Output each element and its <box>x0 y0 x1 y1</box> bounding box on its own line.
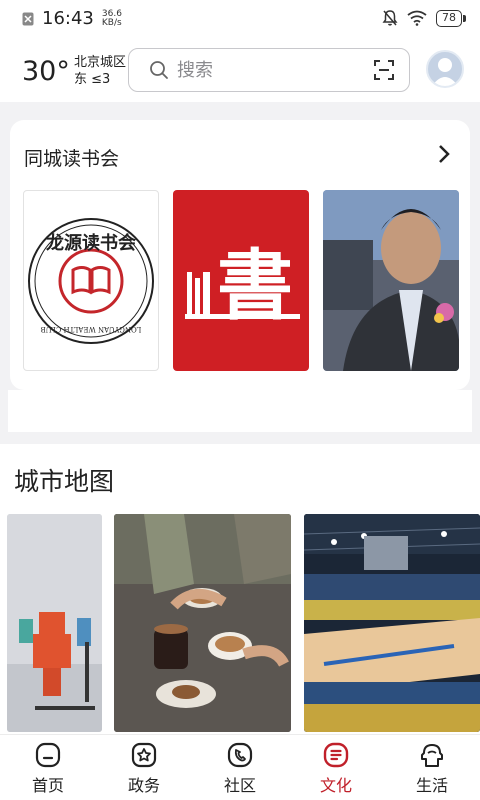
nav-label-government: 政务 <box>127 776 160 795</box>
nav-item-home[interactable]: 首页 <box>0 735 96 800</box>
book-logo-card[interactable]: 書 <box>173 190 309 371</box>
battery-indicator: 78 <box>436 9 466 27</box>
status-bar: 16:43 36.6 KB/s 78 <box>0 0 480 38</box>
avatar[interactable] <box>426 50 464 88</box>
temperature[interactable]: 30° <box>22 56 70 87</box>
nav-label-community: 社区 <box>223 776 256 795</box>
user-icon <box>432 58 458 86</box>
logo-text: 龙源读书会 <box>46 232 136 254</box>
life-icon <box>421 744 443 767</box>
stadium-image <box>304 514 480 732</box>
nav-item-government[interactable]: 政务 <box>96 735 192 800</box>
search-icon <box>150 61 168 79</box>
notification-close-icon <box>22 12 34 25</box>
book-club-title[interactable]: 同城读书会 <box>24 144 119 171</box>
nav-item-culture[interactable]: 文化 <box>288 735 384 800</box>
nav-label-culture: 文化 <box>319 776 352 795</box>
community-icon <box>227 742 253 768</box>
book-char: 書 <box>217 241 293 330</box>
network-speed: 36.6 KB/s <box>101 8 122 28</box>
scan-icon[interactable] <box>373 59 395 81</box>
robot-toy-photo[interactable] <box>7 514 102 732</box>
wifi-icon <box>407 10 427 26</box>
city-map-title[interactable]: 城市地图 <box>14 462 114 498</box>
coffee-image <box>114 514 291 732</box>
nav-label-home: 首页 <box>31 776 64 795</box>
nav-item-community[interactable]: 社区 <box>192 735 288 800</box>
book-char-logo: 書 <box>185 241 300 330</box>
nav-label-life: 生活 <box>415 776 448 795</box>
chevron-right-icon[interactable] <box>438 144 450 164</box>
nav-item-life[interactable]: 生活 <box>384 735 480 800</box>
culture-icon <box>323 742 349 768</box>
search-input[interactable] <box>177 57 357 83</box>
book-club-card: 同城读书会 龙源读书会 LONGYUAN WEALTH CLUB 書 <box>10 120 470 390</box>
bottom-navigation: 首页 政务 社区 文化 生活 <box>0 734 480 800</box>
weather-location[interactable]: 北京城区 东 ≤3 <box>74 54 126 88</box>
district-label: 北京城区 <box>74 55 127 70</box>
logo-subtext: LONGYUAN WEALTH CLUB <box>41 325 142 333</box>
portrait-card[interactable] <box>323 190 459 371</box>
portrait-photo <box>323 190 459 371</box>
home-icon <box>35 742 61 768</box>
clock: 16:43 <box>42 8 94 29</box>
city-map-section: 城市地图 <box>0 444 480 734</box>
coffee-photo[interactable] <box>114 514 291 732</box>
bell-off-icon <box>382 10 398 26</box>
card-footer-strip <box>8 390 472 432</box>
government-icon <box>131 742 157 768</box>
stadium-photo[interactable] <box>304 514 480 732</box>
wind-label: 东 ≤3 <box>74 72 111 87</box>
book-club-logo-card[interactable]: 龙源读书会 LONGYUAN WEALTH CLUB <box>23 190 159 371</box>
longyuan-logo: 龙源读书会 LONGYUAN WEALTH CLUB <box>28 218 154 344</box>
search-bar[interactable] <box>128 48 410 92</box>
top-header: 30° 北京城区 东 ≤3 <box>0 38 480 102</box>
robot-toy-image <box>7 514 102 732</box>
